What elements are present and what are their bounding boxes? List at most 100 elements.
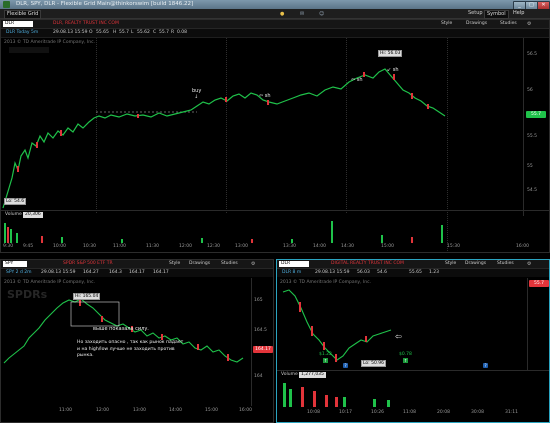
x-tick: 11:00 <box>113 244 126 249</box>
volume-bar <box>4 223 6 243</box>
sh-text: sh <box>392 67 399 73</box>
window-title: DLR, SPY, DLR - Flexible Grid Main@think… <box>16 1 194 7</box>
volume-value: 20,306 <box>23 212 43 218</box>
chart-pane-dlr-main: DLR DLR, REALTY TRUST INC COM Style Draw… <box>0 19 550 253</box>
gear-icon[interactable]: ⚙ <box>527 21 531 27</box>
pane-header: DLR DLR, REALTY TRUST INC COM Style Draw… <box>1 20 549 29</box>
down-candles <box>17 72 429 172</box>
x-tick: 15:30 <box>447 244 460 249</box>
volume-label[interactable]: Volume <box>279 372 300 378</box>
ohlc-l-val: 55.62 <box>137 30 150 35</box>
users-icon[interactable]: ☺ <box>319 11 324 17</box>
help-button[interactable]: Help <box>511 10 526 17</box>
candle-down <box>101 316 103 322</box>
style-button[interactable]: Style <box>167 261 182 267</box>
style-button[interactable]: Style <box>439 21 454 27</box>
x-tick: 16:00 <box>516 244 529 249</box>
candle-down <box>335 354 337 362</box>
candle-down <box>411 93 413 99</box>
y-tick: 54.5 <box>527 188 538 193</box>
candle-down <box>79 300 81 306</box>
drawings-button[interactable]: Drawings <box>463 261 488 267</box>
signal-up-icon[interactable]: ↑ <box>323 358 328 363</box>
question-icon[interactable]: ? <box>483 363 488 368</box>
bell-icon[interactable]: ● <box>280 11 284 17</box>
ohlc-c-val: 164.17 <box>153 270 169 275</box>
volume-bar <box>441 225 443 243</box>
x-tick: 14:30 <box>341 244 354 249</box>
tab-flexible-grid[interactable]: Flexible Grid <box>4 10 42 19</box>
style-button[interactable]: Style <box>443 261 458 267</box>
time-axis: 9:30 9:45 10:00 10:30 11:00 11:30 12:00 … <box>1 242 549 252</box>
last-price-tag: 55.7 <box>529 280 549 287</box>
y-tick: 165 <box>254 298 263 303</box>
chart-pane-dlr-8m: DLR DIGITAL REALTY TRUST INC COM Style D… <box>276 259 550 423</box>
candle-down <box>227 354 229 361</box>
symbol-box[interactable]: SPY <box>3 261 27 267</box>
quote-bar: DLR, REALTY TRUST INC COM <box>53 21 119 26</box>
gear-icon[interactable]: ⚙ <box>527 261 531 267</box>
x-tick: 10:30 <box>83 244 96 249</box>
aggregation-label[interactable]: DLR 8 m <box>280 270 303 276</box>
x-tick: 10:08 <box>307 410 320 415</box>
candle-down <box>363 72 365 77</box>
note-bottom: Но заходить опасно , так как рынок падае… <box>77 340 184 358</box>
candle-down <box>267 100 269 105</box>
time-axis: 10:08 10:17 10:26 11:08 20:08 30:08 31:1… <box>277 408 549 418</box>
sh-annotation-3: ↙ sh <box>387 67 399 73</box>
x-tick: 12:00 <box>96 408 109 413</box>
x-tick: 10:26 <box>371 410 384 415</box>
candle-down <box>393 74 395 80</box>
volume-bar <box>301 387 304 407</box>
x-tick: 30:08 <box>471 410 484 415</box>
x-tick: 9:30 <box>3 244 14 249</box>
ohlc-l-val: 164.17 <box>129 270 145 275</box>
candle-down <box>36 142 38 148</box>
x-tick: 12:00 <box>179 244 192 249</box>
studies-button[interactable]: Studies <box>495 261 516 267</box>
question-icon[interactable]: ? <box>343 363 348 368</box>
aggregation-label[interactable]: DLR Today 5m <box>4 30 40 36</box>
main-toolbar: Flexible Grid ● ✉ ☺ Setup Symbol Help <box>0 9 550 19</box>
sh-annotation-2: ⇦ sh <box>351 77 363 83</box>
y-tick: 56.5 <box>527 52 538 57</box>
mail-icon[interactable]: ✉ <box>300 11 304 17</box>
volume-bar <box>289 389 292 407</box>
lo-label: Lo: 50.96 <box>361 360 387 367</box>
sh-text: sh <box>356 77 363 83</box>
volume-label[interactable]: Volume <box>3 212 24 218</box>
volume-bars <box>4 221 443 243</box>
studies-button[interactable]: Studies <box>498 21 519 27</box>
x-tick: 15:00 <box>205 408 218 413</box>
ohlc-c-val: 55.65 <box>409 270 422 275</box>
x-tick: 20:08 <box>437 410 450 415</box>
gear-icon[interactable]: ⚙ <box>251 261 255 267</box>
sub-header: DLR Today 5m 29.08.13 15:59 O 55.65 H 55… <box>1 29 549 38</box>
signal-up-icon[interactable]: ↑ <box>403 358 408 363</box>
x-tick: 13:00 <box>133 408 146 413</box>
candle-down <box>311 326 313 336</box>
symbol-button[interactable]: Symbol <box>484 10 509 19</box>
x-tick: 15:00 <box>381 244 394 249</box>
setup-button[interactable]: Setup <box>466 10 485 17</box>
y-tick: 55 <box>527 164 533 169</box>
drawings-button[interactable]: Drawings <box>464 21 489 27</box>
ohlc-h-val: 56.03 <box>357 270 370 275</box>
volume-bars <box>283 383 390 407</box>
x-tick: 10:00 <box>53 244 66 249</box>
volume-bar <box>373 399 376 407</box>
y-tick: 56 <box>527 88 533 93</box>
sub-header: SPY 2 d 2m 29.08.13 15:59 164.27 164.3 1… <box>1 269 273 277</box>
ohlc-h-val: 164.3 <box>109 270 122 275</box>
x-tick: 14:00 <box>313 244 326 249</box>
studies-button[interactable]: Studies <box>219 261 240 267</box>
ohlc-date: 29.08.13 15:59 <box>315 270 350 275</box>
symbol-box[interactable]: DLR <box>3 21 33 27</box>
time-axis: 11:00 12:00 13:00 14:00 15:00 16:00 <box>1 406 273 416</box>
arrow-left-icon: ⇦ <box>395 332 402 341</box>
aggregation-label[interactable]: SPY 2 d 2m <box>4 270 33 276</box>
x-tick: 12:30 <box>207 244 220 249</box>
symbol-box[interactable]: DLR <box>279 261 309 267</box>
volume-bar <box>331 221 333 243</box>
drawings-button[interactable]: Drawings <box>187 261 212 267</box>
